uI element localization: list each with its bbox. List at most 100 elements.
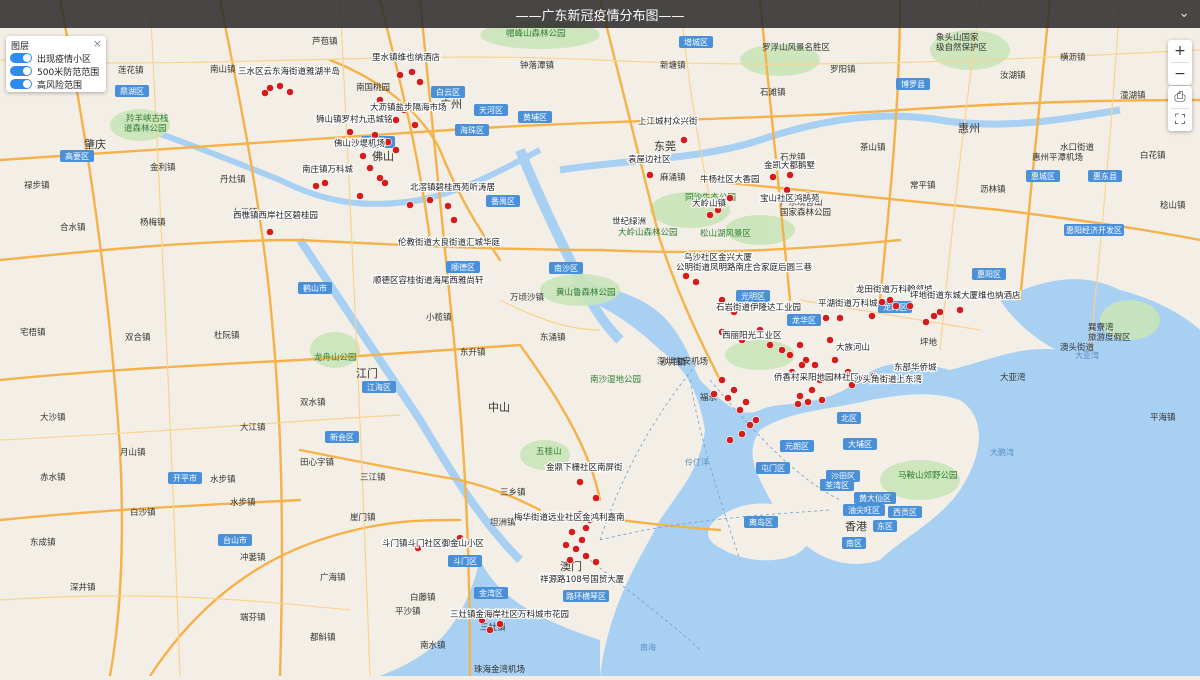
case-marker[interactable] <box>444 202 452 210</box>
case-marker[interactable] <box>906 302 914 310</box>
case-marker[interactable] <box>836 314 844 322</box>
case-marker[interactable] <box>766 341 774 349</box>
case-marker[interactable] <box>646 171 654 179</box>
case-marker[interactable] <box>746 421 754 429</box>
svg-text:金利镇: 金利镇 <box>150 162 176 173</box>
case-marker[interactable] <box>396 71 404 79</box>
case-marker[interactable] <box>406 201 414 209</box>
case-marker[interactable] <box>582 552 590 560</box>
case-marker[interactable] <box>592 558 600 566</box>
svg-text:香港: 香港 <box>845 520 867 533</box>
case-marker[interactable] <box>312 182 320 190</box>
case-marker[interactable] <box>496 620 504 628</box>
case-marker[interactable] <box>562 541 570 549</box>
case-marker[interactable] <box>356 192 364 200</box>
case-marker[interactable] <box>726 194 734 202</box>
case-marker[interactable] <box>582 524 590 532</box>
case-marker[interactable] <box>826 336 834 344</box>
case-marker[interactable] <box>568 528 576 536</box>
svg-text:赤水镇: 赤水镇 <box>40 472 66 483</box>
layer-toggle-high-risk[interactable] <box>10 79 32 89</box>
case-marker[interactable] <box>592 494 600 502</box>
case-marker[interactable] <box>886 296 894 304</box>
case-marker[interactable] <box>381 179 389 187</box>
case-marker[interactable] <box>392 116 400 124</box>
case-marker[interactable] <box>411 121 419 129</box>
zoom-in-button[interactable]: + <box>1168 40 1192 62</box>
case-marker[interactable] <box>276 82 284 90</box>
close-icon[interactable]: × <box>93 37 102 50</box>
case-marker[interactable] <box>450 216 458 224</box>
case-marker[interactable] <box>796 341 804 349</box>
case-marker[interactable] <box>922 318 930 326</box>
case-marker[interactable] <box>956 306 964 314</box>
case-marker[interactable] <box>359 152 367 160</box>
map-canvas[interactable]: 白云区 增城区 天河区 黄埔区 海珠区 番禺区 南沙区 顺德区 南海区 鼎湖区 … <box>0 0 1200 678</box>
svg-text:坪地: 坪地 <box>920 337 938 348</box>
case-marker[interactable] <box>576 478 584 486</box>
case-marker[interactable] <box>371 131 379 139</box>
case-marker[interactable] <box>786 171 794 179</box>
case-marker[interactable] <box>878 298 886 306</box>
case-marker[interactable] <box>738 430 746 438</box>
print-icon[interactable]: ⎙ <box>1168 86 1192 108</box>
svg-text:金湾区: 金湾区 <box>479 588 503 598</box>
case-marker[interactable] <box>818 396 826 404</box>
case-marker[interactable] <box>831 356 839 364</box>
case-marker[interactable] <box>426 196 434 204</box>
zoom-out-button[interactable]: − <box>1168 63 1192 85</box>
case-marker[interactable] <box>769 173 777 181</box>
case-marker[interactable] <box>392 146 400 154</box>
case-marker[interactable] <box>261 89 269 97</box>
case-marker[interactable] <box>718 376 726 384</box>
case-marker[interactable] <box>416 78 424 86</box>
case-marker[interactable] <box>710 390 718 398</box>
case-marker[interactable] <box>578 536 586 544</box>
layer-toggle-500m[interactable] <box>10 66 32 76</box>
case-marker[interactable] <box>321 179 329 187</box>
svg-text:上江城村众兴街: 上江城村众兴街 <box>638 116 698 127</box>
case-marker[interactable] <box>682 272 690 280</box>
case-marker[interactable] <box>384 138 392 146</box>
case-marker[interactable] <box>286 88 294 96</box>
case-marker[interactable] <box>822 314 830 322</box>
case-marker[interactable] <box>736 406 744 414</box>
case-marker[interactable] <box>346 128 354 136</box>
case-marker[interactable] <box>366 164 374 172</box>
case-marker[interactable] <box>706 211 714 219</box>
case-marker[interactable] <box>742 398 750 406</box>
case-marker[interactable] <box>811 361 819 369</box>
svg-text:深井镇: 深井镇 <box>70 582 96 593</box>
case-marker[interactable] <box>486 626 494 634</box>
case-marker[interactable] <box>783 186 791 194</box>
case-marker[interactable] <box>566 556 574 564</box>
chevron-down-icon[interactable]: ⌄ <box>1178 5 1190 21</box>
case-marker[interactable] <box>808 386 816 394</box>
layer-toggle-cases[interactable] <box>10 53 32 63</box>
case-marker[interactable] <box>726 436 734 444</box>
svg-text:南国桃园: 南国桃园 <box>356 82 390 93</box>
case-marker[interactable] <box>730 386 738 394</box>
case-marker[interactable] <box>724 394 732 402</box>
svg-text:田心字镇: 田心字镇 <box>300 457 335 468</box>
svg-text:龙华区: 龙华区 <box>792 315 816 325</box>
case-marker[interactable] <box>786 351 794 359</box>
case-marker[interactable] <box>266 228 274 236</box>
case-marker[interactable] <box>804 398 812 406</box>
svg-text:杨梅镇: 杨梅镇 <box>140 217 166 228</box>
case-marker[interactable] <box>408 68 416 76</box>
svg-text:离岛区: 离岛区 <box>749 517 773 527</box>
fullscreen-icon[interactable]: ⛶ <box>1168 109 1192 131</box>
case-marker[interactable] <box>796 392 804 400</box>
case-marker[interactable] <box>680 136 688 144</box>
case-marker[interactable] <box>752 416 760 424</box>
case-marker[interactable] <box>868 312 876 320</box>
svg-text:巽寮湾: 巽寮湾 <box>1088 322 1114 333</box>
case-marker[interactable] <box>778 346 786 354</box>
case-marker[interactable] <box>798 361 806 369</box>
case-marker[interactable] <box>572 545 580 553</box>
case-marker[interactable] <box>936 308 944 316</box>
case-marker[interactable] <box>892 302 900 310</box>
case-marker[interactable] <box>794 400 802 408</box>
case-marker[interactable] <box>692 278 700 286</box>
